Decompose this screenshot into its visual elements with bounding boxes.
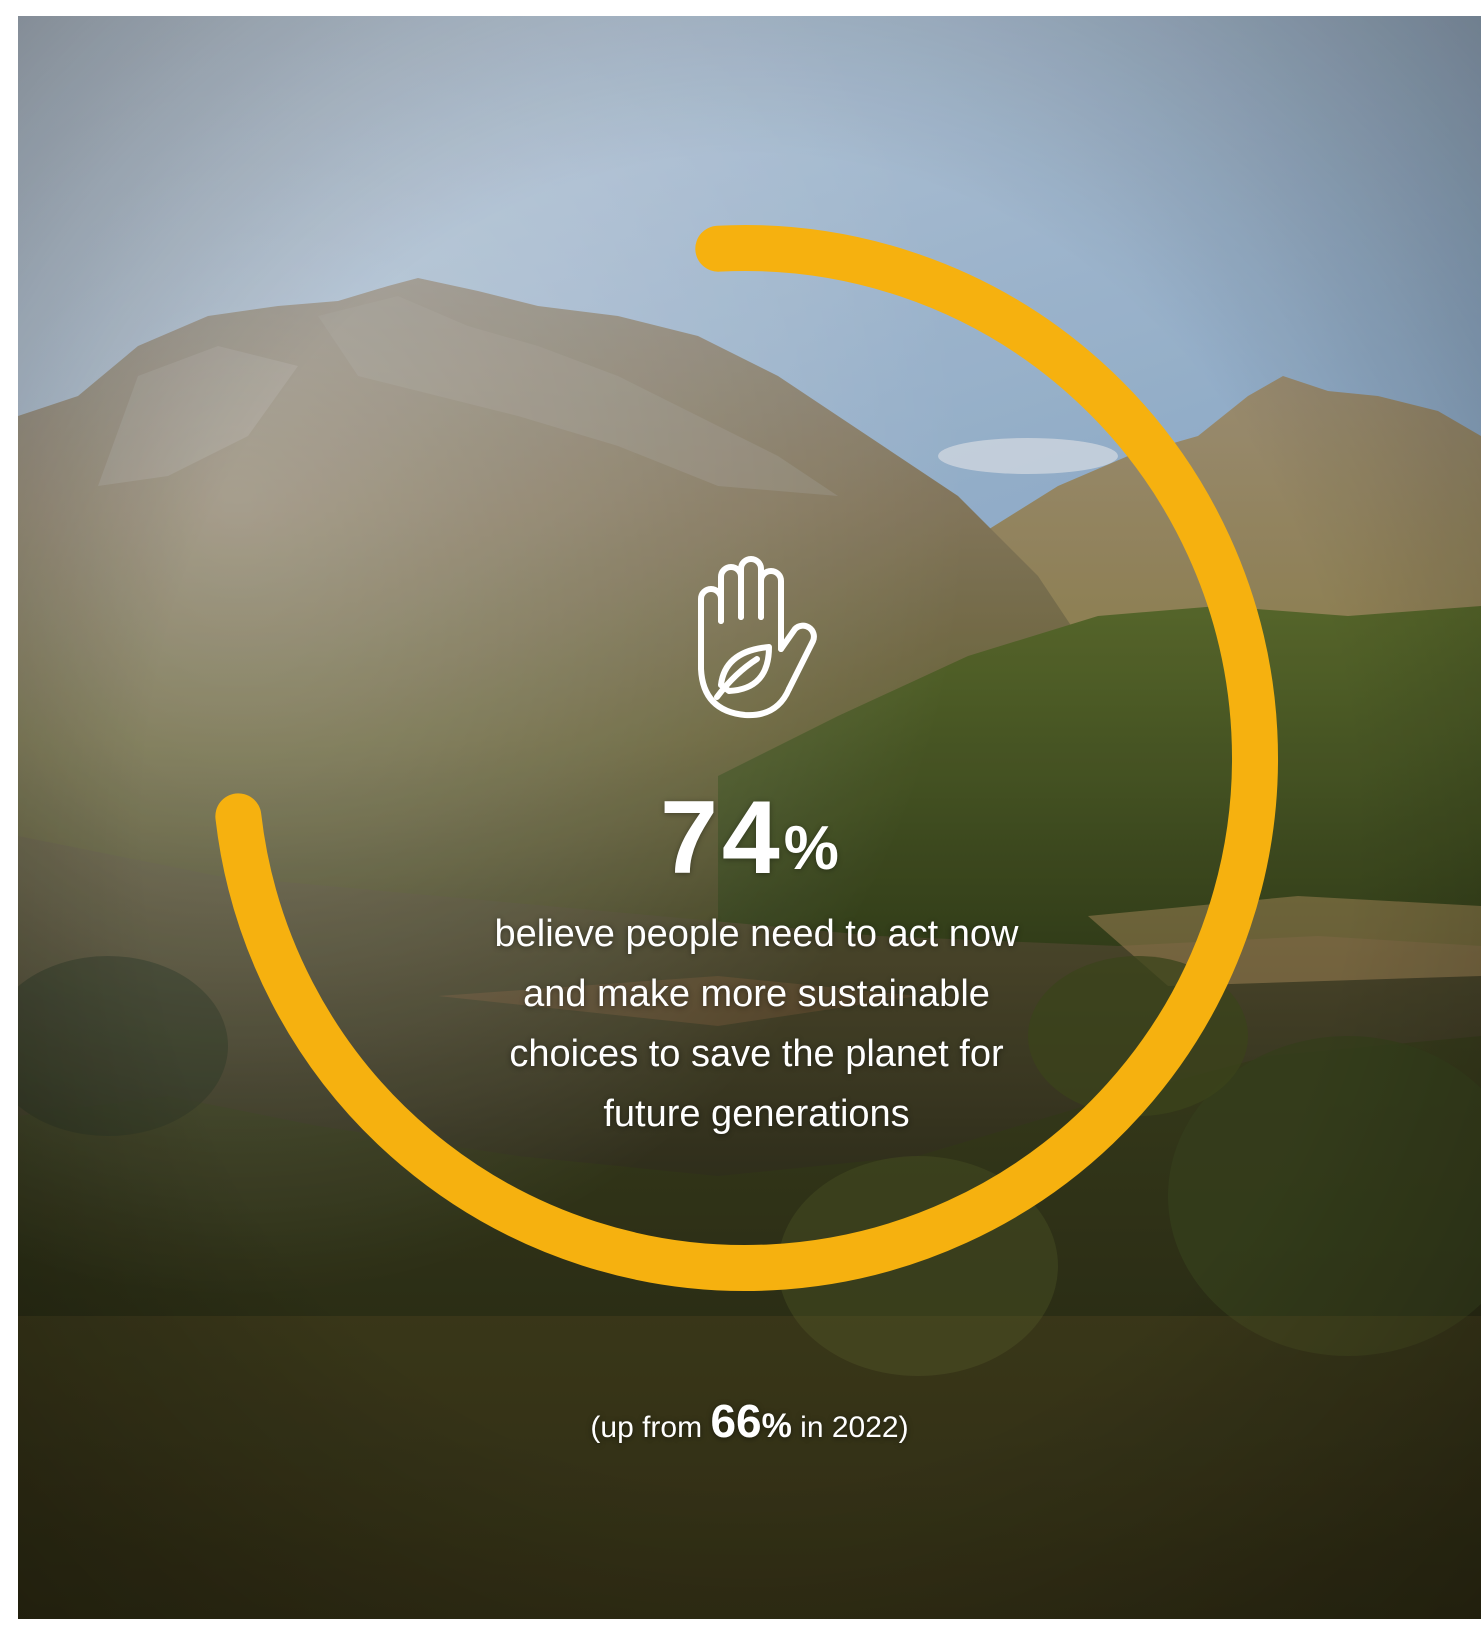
caption-line: future generations <box>603 1093 910 1135</box>
stat-value-unit: % <box>783 814 839 883</box>
footnote-value-unit: % <box>761 1407 792 1445</box>
comparison-footnote: (up from 66% in 2022) <box>18 1394 1481 1448</box>
footnote-suffix: in 2022) <box>791 1411 909 1444</box>
stat-value-number: 74 <box>660 780 784 896</box>
hand-with-leaf-icon <box>698 556 817 719</box>
footnote-prefix: (up from <box>590 1411 711 1444</box>
footnote-value-number: 66 <box>710 1395 762 1447</box>
caption-line: believe people need to act now <box>494 913 1019 955</box>
caption-line: and make more sustainable <box>523 973 990 1015</box>
caption-line: choices to save the planet for <box>509 1033 1004 1075</box>
stat-percentage: 74% <box>18 786 1481 890</box>
stat-caption: believe people need to act now and make … <box>438 904 1075 1144</box>
infographic-card: 74% believe people need to act now and m… <box>18 16 1481 1619</box>
